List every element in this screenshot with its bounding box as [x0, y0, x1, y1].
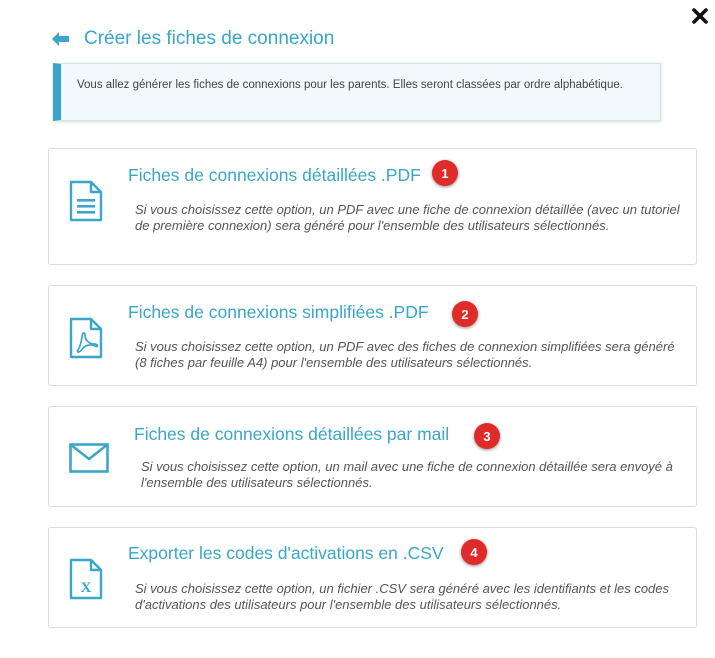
- option-title: Fiches de connexions détaillées par mail: [134, 424, 450, 444]
- step-badge: 1: [432, 160, 458, 186]
- envelope-icon: [69, 443, 109, 478]
- option-title: Fiches de connexions simplifiées .PDF: [128, 302, 429, 322]
- option-description: Si vous choisissez cette option, un fich…: [135, 581, 670, 612]
- option-csv-export-card[interactable]: X Exporter les codes d'activations en .C…: [48, 527, 697, 628]
- info-callout: Vous allez générer les fiches de connexi…: [53, 63, 661, 121]
- close-icon: [692, 8, 708, 24]
- step-badge: 3: [474, 423, 500, 449]
- pdf-file-icon: [68, 317, 104, 364]
- document-icon: [68, 180, 104, 227]
- step-badge: 2: [452, 301, 478, 327]
- option-email-card[interactable]: Fiches de connexions détaillées par mail…: [48, 406, 697, 507]
- option-title: Fiches de connexions détaillées .PDF: [128, 165, 421, 185]
- step-badge: 4: [461, 539, 487, 565]
- option-detailed-pdf-card[interactable]: Fiches de connexions détaillées .PDF 1 S…: [48, 148, 697, 265]
- page-title: Créer les fiches de connexion: [84, 28, 335, 49]
- close-button[interactable]: [688, 4, 712, 28]
- svg-text:X: X: [81, 580, 92, 596]
- excel-file-icon: X: [68, 558, 104, 605]
- dialog-header: Créer les fiches de connexion: [52, 27, 334, 51]
- option-description: Si vous choisissez cette option, un mail…: [141, 459, 673, 490]
- option-description: Si vous choisissez cette option, un PDF …: [135, 202, 680, 233]
- option-description: Si vous choisissez cette option, un PDF …: [135, 339, 675, 370]
- option-simplified-pdf-card[interactable]: Fiches de connexions simplifiées .PDF 2 …: [48, 285, 697, 386]
- option-title: Exporter les codes d'activations en .CSV: [128, 543, 444, 563]
- back-arrow-icon[interactable]: [52, 32, 70, 46]
